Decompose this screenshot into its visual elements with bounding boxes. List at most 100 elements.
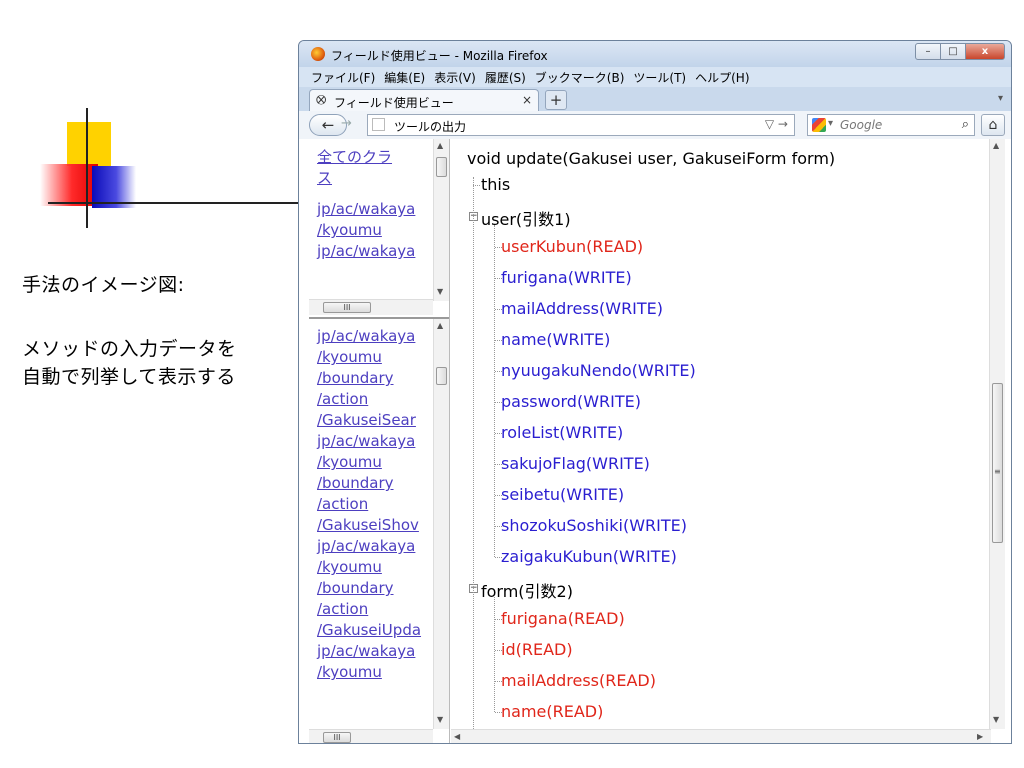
google-icon[interactable]	[812, 118, 826, 132]
scroll-thumb[interactable]	[436, 157, 447, 177]
tree-node-field: name(READ)	[501, 702, 604, 721]
firefox-icon	[311, 47, 325, 61]
class-link[interactable]: /kyoumu	[309, 557, 431, 578]
menu-edit[interactable]: 編集(E)	[384, 69, 425, 86]
menu-view[interactable]: 表示(V)	[434, 69, 476, 86]
class-link[interactable]: jp/ac/wakaya	[309, 326, 431, 347]
class-frame-vscrollbar[interactable]: ▲ ▼	[433, 319, 449, 729]
search-input[interactable]: Google	[840, 118, 882, 132]
tree-node-field: sakujoFlag(WRITE)	[501, 454, 650, 473]
class-link[interactable]: /boundary	[309, 368, 431, 389]
menu-history[interactable]: 履歴(S)	[485, 69, 526, 86]
tree-node-field: name(WRITE)	[501, 330, 611, 349]
scroll-thumb[interactable]	[436, 367, 447, 385]
forward-button[interactable]: →	[341, 116, 352, 131]
scroll-up-icon[interactable]: ▲	[437, 321, 443, 330]
scroll-down-icon[interactable]: ▼	[437, 715, 443, 724]
vertical-rule	[86, 108, 88, 228]
new-tab-button[interactable]: +	[545, 90, 567, 110]
tree-hscrollbar[interactable]: ◀ ▶	[451, 729, 991, 743]
search-bar[interactable]: ▾ Google ⌕	[807, 114, 975, 136]
tab-bar: ⭙ フィールド使用ビュー × + ▾	[299, 87, 1011, 111]
url-text: ツールの出力	[394, 120, 467, 134]
scroll-right-icon[interactable]: ▶	[977, 732, 983, 741]
scroll-up-icon[interactable]: ▲	[437, 141, 443, 150]
all-classes-link[interactable]: 全てのクラ	[309, 147, 431, 168]
class-link[interactable]: /GakuseiSear	[309, 410, 431, 431]
class-link[interactable]: /boundary	[309, 578, 431, 599]
tree-node-field: mailAddress(READ)	[501, 671, 656, 690]
tree-node-field: nyuugakuNendo(WRITE)	[501, 361, 696, 380]
class-link[interactable]: /kyoumu	[309, 347, 431, 368]
tab-list-chevron-icon[interactable]: ▾	[998, 93, 1003, 104]
tree-connector	[495, 526, 502, 527]
tree-connector	[495, 340, 502, 341]
horizontal-rule	[48, 202, 300, 204]
search-engine-dropdown-icon[interactable]: ▾	[828, 118, 833, 129]
menu-bar: ファイル(F) 編集(E) 表示(V) 履歴(S) ブックマーク(B) ツール(…	[299, 67, 1011, 87]
class-link[interactable]: /action	[309, 389, 431, 410]
tree-connector	[494, 225, 495, 557]
tree-connector	[495, 371, 502, 372]
hscroll-thumb[interactable]: III	[323, 302, 371, 313]
scroll-left-icon[interactable]: ◀	[454, 732, 460, 741]
scroll-down-icon[interactable]: ▼	[993, 715, 999, 724]
tree-connector	[495, 495, 502, 496]
url-bar[interactable]: ツールの出力 ▽ →	[367, 114, 795, 136]
package-link[interactable]: jp/ac/wakaya	[309, 241, 431, 262]
tree-connector	[473, 177, 474, 737]
class-link[interactable]: /boundary	[309, 473, 431, 494]
tree-connector	[495, 402, 502, 403]
close-window-button[interactable]: x	[965, 43, 1005, 60]
scroll-up-icon[interactable]: ▲	[993, 141, 999, 150]
minimize-button[interactable]: –	[915, 43, 941, 60]
tree-node-field: mailAddress(WRITE)	[501, 299, 664, 318]
url-go-arrow-icon[interactable]: ▽ →	[765, 117, 788, 131]
scroll-thumb[interactable]	[992, 383, 1003, 543]
package-link[interactable]: jp/ac/wakaya	[309, 199, 431, 220]
tree-connector	[495, 309, 502, 310]
tree-connector	[495, 247, 502, 248]
tree-node-field: id(READ)	[501, 640, 573, 659]
class-link[interactable]: jp/ac/wakaya	[309, 641, 431, 662]
package-frame-vscrollbar[interactable]: ▲ ▼	[433, 139, 449, 301]
class-link[interactable]: /kyoumu	[309, 662, 431, 683]
slide-decoration	[40, 108, 300, 238]
tree-node-field: furigana(READ)	[501, 609, 625, 628]
maximize-button[interactable]: □	[940, 43, 966, 60]
caption-line-2: 自動で列挙して表示する	[22, 366, 236, 388]
package-frame: 全てのクラ ス jp/ac/wakaya /kyoumu jp/ac/wakay…	[309, 139, 449, 319]
tab-field-usage-view[interactable]: ⭙ フィールド使用ビュー ×	[309, 89, 539, 111]
class-link[interactable]: jp/ac/wakaya	[309, 431, 431, 452]
field-usage-tree: void update(Gakusei user, GakuseiForm fo…	[451, 139, 1011, 743]
window-title: フィールド使用ビュー - Mozilla Firefox	[331, 49, 548, 63]
class-link[interactable]: /action	[309, 494, 431, 515]
tree-connector	[495, 557, 502, 558]
tab-close-icon[interactable]: ×	[522, 93, 532, 107]
menu-help[interactable]: ヘルプ(H)	[695, 69, 749, 86]
class-link[interactable]: /GakuseiUpda	[309, 620, 431, 641]
scroll-down-icon[interactable]: ▼	[437, 287, 443, 296]
class-link[interactable]: /GakuseiShov	[309, 515, 431, 536]
search-icon[interactable]: ⌕	[962, 117, 969, 132]
class-link[interactable]: /kyoumu	[309, 452, 431, 473]
menu-bookmarks[interactable]: ブックマーク(B)	[535, 69, 625, 86]
home-button[interactable]: ⌂	[981, 114, 1005, 136]
browser-window: フィールド使用ビュー - Mozilla Firefox – □ x ファイル(…	[298, 40, 1012, 744]
class-frame-hscrollbar[interactable]: III	[309, 729, 433, 743]
window-controls: – □ x	[915, 43, 1005, 60]
menu-tools[interactable]: ツール(T)	[633, 69, 686, 86]
tree-connector	[495, 712, 502, 713]
class-link[interactable]: jp/ac/wakaya	[309, 536, 431, 557]
all-classes-link-wrap[interactable]: ス	[309, 168, 431, 189]
tree-connector	[495, 650, 502, 651]
tree-vscrollbar[interactable]: ▲ ≡ ▼	[989, 139, 1005, 729]
hscroll-thumb[interactable]: III	[323, 732, 351, 743]
package-link[interactable]: /kyoumu	[309, 220, 431, 241]
tab-title: フィールド使用ビュー	[334, 96, 454, 110]
class-link[interactable]: /action	[309, 599, 431, 620]
caption-line-1: メソッドの入力データを	[22, 338, 237, 360]
class-list-frame: jp/ac/wakaya/kyoumu/boundary/action/Gaku…	[309, 319, 449, 743]
menu-file[interactable]: ファイル(F)	[311, 69, 375, 86]
package-frame-hscrollbar[interactable]: III	[309, 299, 433, 315]
